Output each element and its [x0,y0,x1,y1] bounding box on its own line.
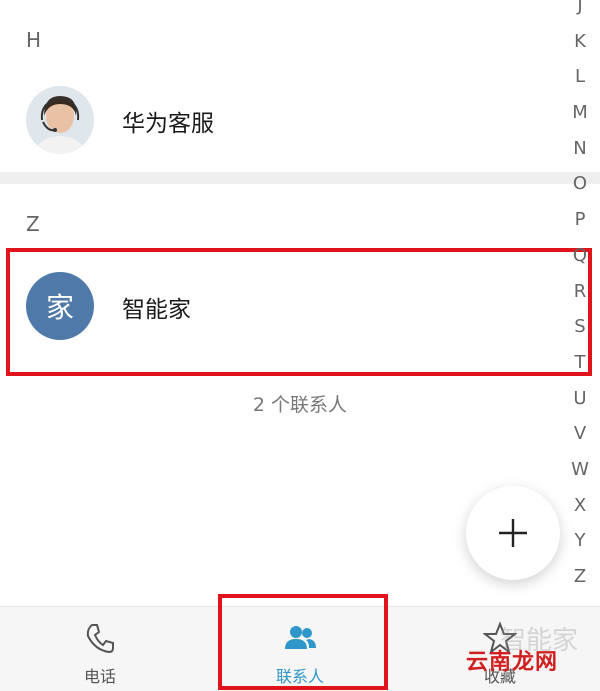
index-letter-t[interactable]: T [575,345,586,381]
index-letter-l[interactable]: L [575,59,585,95]
watermark: 云南龙网 [466,650,559,675]
highlight-box-tab [218,594,388,690]
index-letter-m[interactable]: M [572,95,588,131]
index-letter-x[interactable]: X [574,488,586,524]
section-header-z: Z [26,212,40,236]
index-letter-z[interactable]: Z [574,559,586,595]
avatar-photo [26,86,94,154]
index-letter-s[interactable]: S [574,309,585,345]
index-letter-o[interactable]: O [573,166,587,202]
index-letter-w[interactable]: W [571,452,589,488]
highlight-box-contact [6,248,592,376]
phone-icon [86,624,114,654]
index-letter-r[interactable]: R [574,274,587,310]
section-divider [0,172,600,184]
contact-name: 华为客服 [122,111,214,137]
tab-phone[interactable]: 电话 [0,607,200,691]
customer-service-avatar-icon [26,86,94,154]
alphabet-index[interactable]: JKLMNOPQRSTUVWXYZ [568,0,592,595]
index-letter-y[interactable]: Y [575,523,586,559]
index-letter-n[interactable]: N [573,131,586,167]
tab-label: 电话 [83,667,116,686]
index-letter-u[interactable]: U [573,381,586,417]
add-contact-button[interactable] [466,486,560,580]
contact-row-huawei-service[interactable]: 华为客服 [0,64,560,174]
index-letter-j[interactable]: J [577,0,582,24]
index-letter-p[interactable]: P [575,202,586,238]
section-header-h: H [26,28,42,52]
plus-icon [499,519,527,547]
index-letter-q[interactable]: Q [573,238,587,274]
index-letter-v[interactable]: V [574,416,586,452]
contact-count: 2 个联系人 [252,394,348,416]
index-letter-k[interactable]: K [574,24,586,60]
